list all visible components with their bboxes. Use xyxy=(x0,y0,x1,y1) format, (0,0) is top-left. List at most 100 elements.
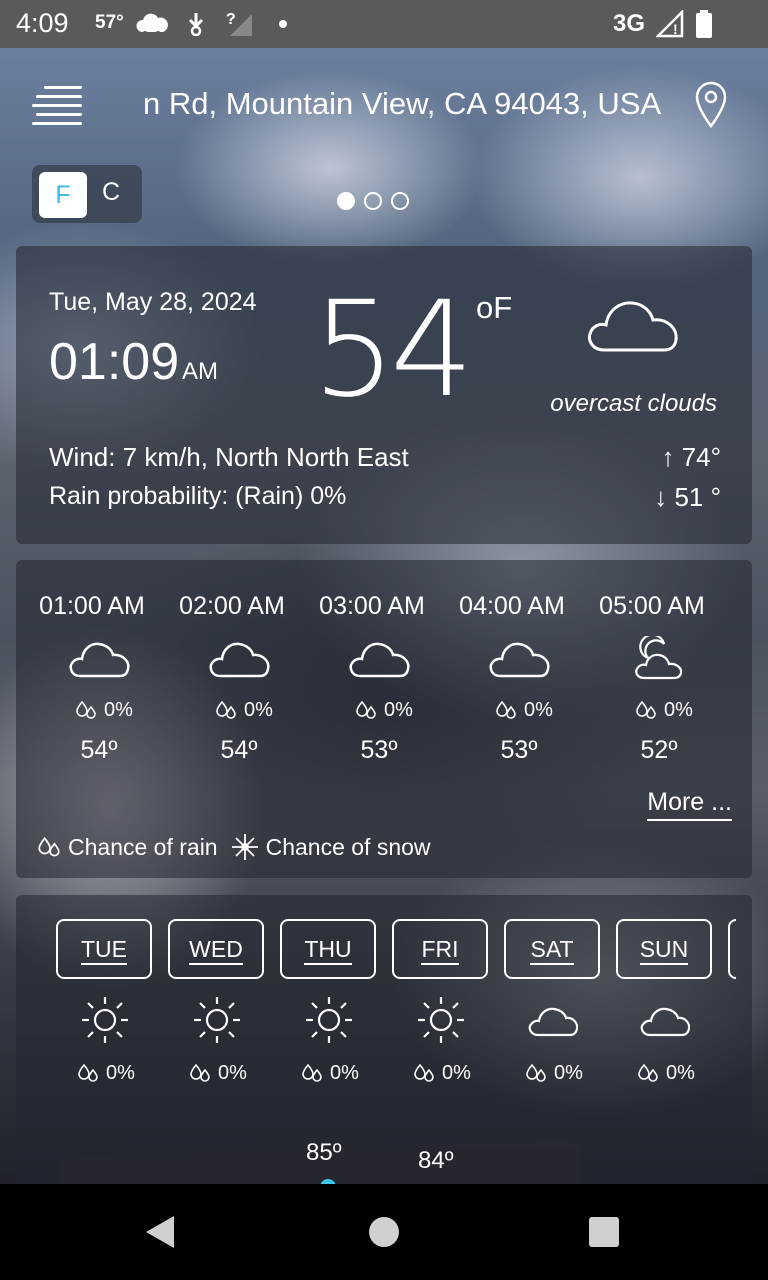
day-item[interactable]: WED 0% xyxy=(168,919,264,1139)
hamburger-menu-icon[interactable] xyxy=(32,86,82,125)
raindrops-icon xyxy=(216,700,236,719)
high-temperature: ↑ 74° xyxy=(661,442,721,472)
day-tab[interactable]: FRI xyxy=(392,919,488,979)
legend-rain-label: Chance of rain xyxy=(68,833,218,860)
hour-rain-value: 0% xyxy=(664,698,693,721)
weather-condition: overcast clouds xyxy=(550,390,717,417)
cloud-icon xyxy=(489,642,550,678)
raindrops-icon xyxy=(38,836,60,857)
day-tab[interactable]: SAT xyxy=(504,919,600,979)
hourly-item[interactable]: 02:00 AM 0% 54º xyxy=(156,592,296,772)
day-tab[interactable]: WED xyxy=(168,919,264,979)
day-item[interactable]: SUN 0% xyxy=(616,919,712,1139)
day-label: THU xyxy=(304,936,352,965)
raindrops-icon xyxy=(414,1063,434,1082)
sun-icon xyxy=(418,997,464,1043)
day-label: TUE xyxy=(81,936,127,965)
unit-celsius-button[interactable]: C xyxy=(102,178,120,207)
raindrops-icon xyxy=(638,1063,658,1082)
current-date: Tue, May 28, 2024 xyxy=(49,288,257,316)
raindrops-icon xyxy=(190,1063,210,1082)
current-ampm: AM xyxy=(182,358,218,385)
back-icon[interactable] xyxy=(146,1216,174,1248)
signal-icon: ! xyxy=(656,10,684,38)
day-rain-value: 0% xyxy=(218,1061,247,1084)
hourly-item[interactable]: 03:00 AM 0% 53º xyxy=(296,592,436,772)
current-temperature: 54 xyxy=(312,273,474,427)
page-dot-2[interactable] xyxy=(364,192,382,210)
page-dot-1[interactable] xyxy=(337,192,355,210)
current-weather-card: Tue, May 28, 2024 01:09 AM 54 oF overcas… xyxy=(16,246,752,544)
daily-forecast-card: TUE 0% WED 0% THU 0% FRI 0% SAT 0% SUN 0… xyxy=(16,895,752,1195)
hour-rain-chance: 0% xyxy=(634,698,693,722)
map-pin-icon[interactable] xyxy=(694,80,728,128)
home-icon[interactable] xyxy=(369,1217,399,1247)
hour-rain-value: 0% xyxy=(524,698,553,721)
temperature-unit: oF xyxy=(476,290,513,325)
svg-text:?: ? xyxy=(226,11,236,28)
location-title[interactable]: n Rd, Mountain View, CA 94043, USA xyxy=(143,86,673,122)
status-temperature: 57° xyxy=(95,12,124,33)
sun-icon xyxy=(194,997,240,1043)
hourly-list: 01:00 AM 0% 54º 02:00 AM 0% 54º 03:00 AM… xyxy=(16,592,752,772)
day-label: FRI xyxy=(421,936,459,965)
status-time: 4:09 xyxy=(16,8,69,38)
daily-list: TUE 0% WED 0% THU 0% FRI 0% SAT 0% SUN 0… xyxy=(56,919,736,1139)
page-dot-3[interactable] xyxy=(391,192,409,210)
snowflake-icon xyxy=(231,834,258,860)
hour-rain-chance: 0% xyxy=(494,698,553,722)
day-item[interactable]: SAT 0% xyxy=(504,919,600,1139)
hour-temperature: 52º xyxy=(640,736,678,764)
hour-time: 03:00 AM xyxy=(319,592,425,620)
day-item[interactable]: TUE 0% xyxy=(56,919,152,1139)
day-tab-partial[interactable] xyxy=(728,919,736,979)
unit-fahrenheit-button[interactable]: F xyxy=(39,172,87,218)
raindrops-icon xyxy=(526,1063,546,1082)
hourly-item[interactable]: 01:00 AM 0% 54º xyxy=(16,592,156,772)
hour-time: 04:00 AM xyxy=(459,592,565,620)
hour-rain-value: 0% xyxy=(384,698,413,721)
raindrops-icon xyxy=(302,1063,322,1082)
cloud-icon xyxy=(528,1007,578,1037)
day-tab[interactable]: TUE xyxy=(56,919,152,979)
svg-text:!: ! xyxy=(673,21,678,37)
hour-rain-chance: 0% xyxy=(214,698,273,722)
page-indicator[interactable] xyxy=(337,192,409,210)
day-tab[interactable]: SUN xyxy=(616,919,712,979)
hour-rain-value: 0% xyxy=(104,698,133,721)
unit-toggle[interactable]: F C xyxy=(32,165,142,223)
hour-rain-value: 0% xyxy=(244,698,273,721)
sun-icon xyxy=(306,997,352,1043)
more-link[interactable]: More ... xyxy=(647,788,732,821)
day-rain-chance: 0% xyxy=(412,1061,471,1085)
cloud-icon xyxy=(136,13,168,36)
cloud-icon xyxy=(588,301,678,352)
day-rain-value: 0% xyxy=(330,1061,359,1084)
day-rain-chance: 0% xyxy=(300,1061,359,1085)
day-label: SUN xyxy=(639,936,689,965)
day-rain-chance: 0% xyxy=(188,1061,247,1085)
hour-time: 05:00 AM xyxy=(599,592,705,620)
wind-info: Wind: 7 km/h, North North East xyxy=(49,442,409,472)
hourly-item[interactable]: 05:00 AM 0% 52º xyxy=(576,592,716,772)
cloud-icon xyxy=(209,642,270,678)
day-rain-value: 0% xyxy=(554,1061,583,1084)
precipitation-legend: Chance of rain Chance of snow xyxy=(36,832,431,862)
day-rain-value: 0% xyxy=(442,1061,471,1084)
day-rain-chance: 0% xyxy=(636,1061,695,1085)
status-bar: 4:09 57° ? 3G ! xyxy=(0,0,768,48)
raindrops-icon xyxy=(636,700,656,719)
hourly-forecast-card: 01:00 AM 0% 54º 02:00 AM 0% 54º 03:00 AM… xyxy=(16,560,752,878)
day-item[interactable]: THU 0% xyxy=(280,919,376,1139)
day-label: WED xyxy=(189,936,243,965)
hour-time: 01:00 AM xyxy=(39,592,145,620)
day-tab[interactable]: THU xyxy=(280,919,376,979)
notification-dot xyxy=(279,20,287,28)
signal-unknown-icon: ? xyxy=(226,11,252,36)
chart-high-label: 84º xyxy=(418,1147,454,1174)
cloud-icon xyxy=(69,642,130,678)
day-item[interactable]: FRI 0% xyxy=(392,919,488,1139)
hourly-item[interactable]: 04:00 AM 0% 53º xyxy=(436,592,576,772)
recent-apps-icon[interactable] xyxy=(589,1217,619,1247)
low-temperature: ↓ 51 ° xyxy=(654,482,721,512)
